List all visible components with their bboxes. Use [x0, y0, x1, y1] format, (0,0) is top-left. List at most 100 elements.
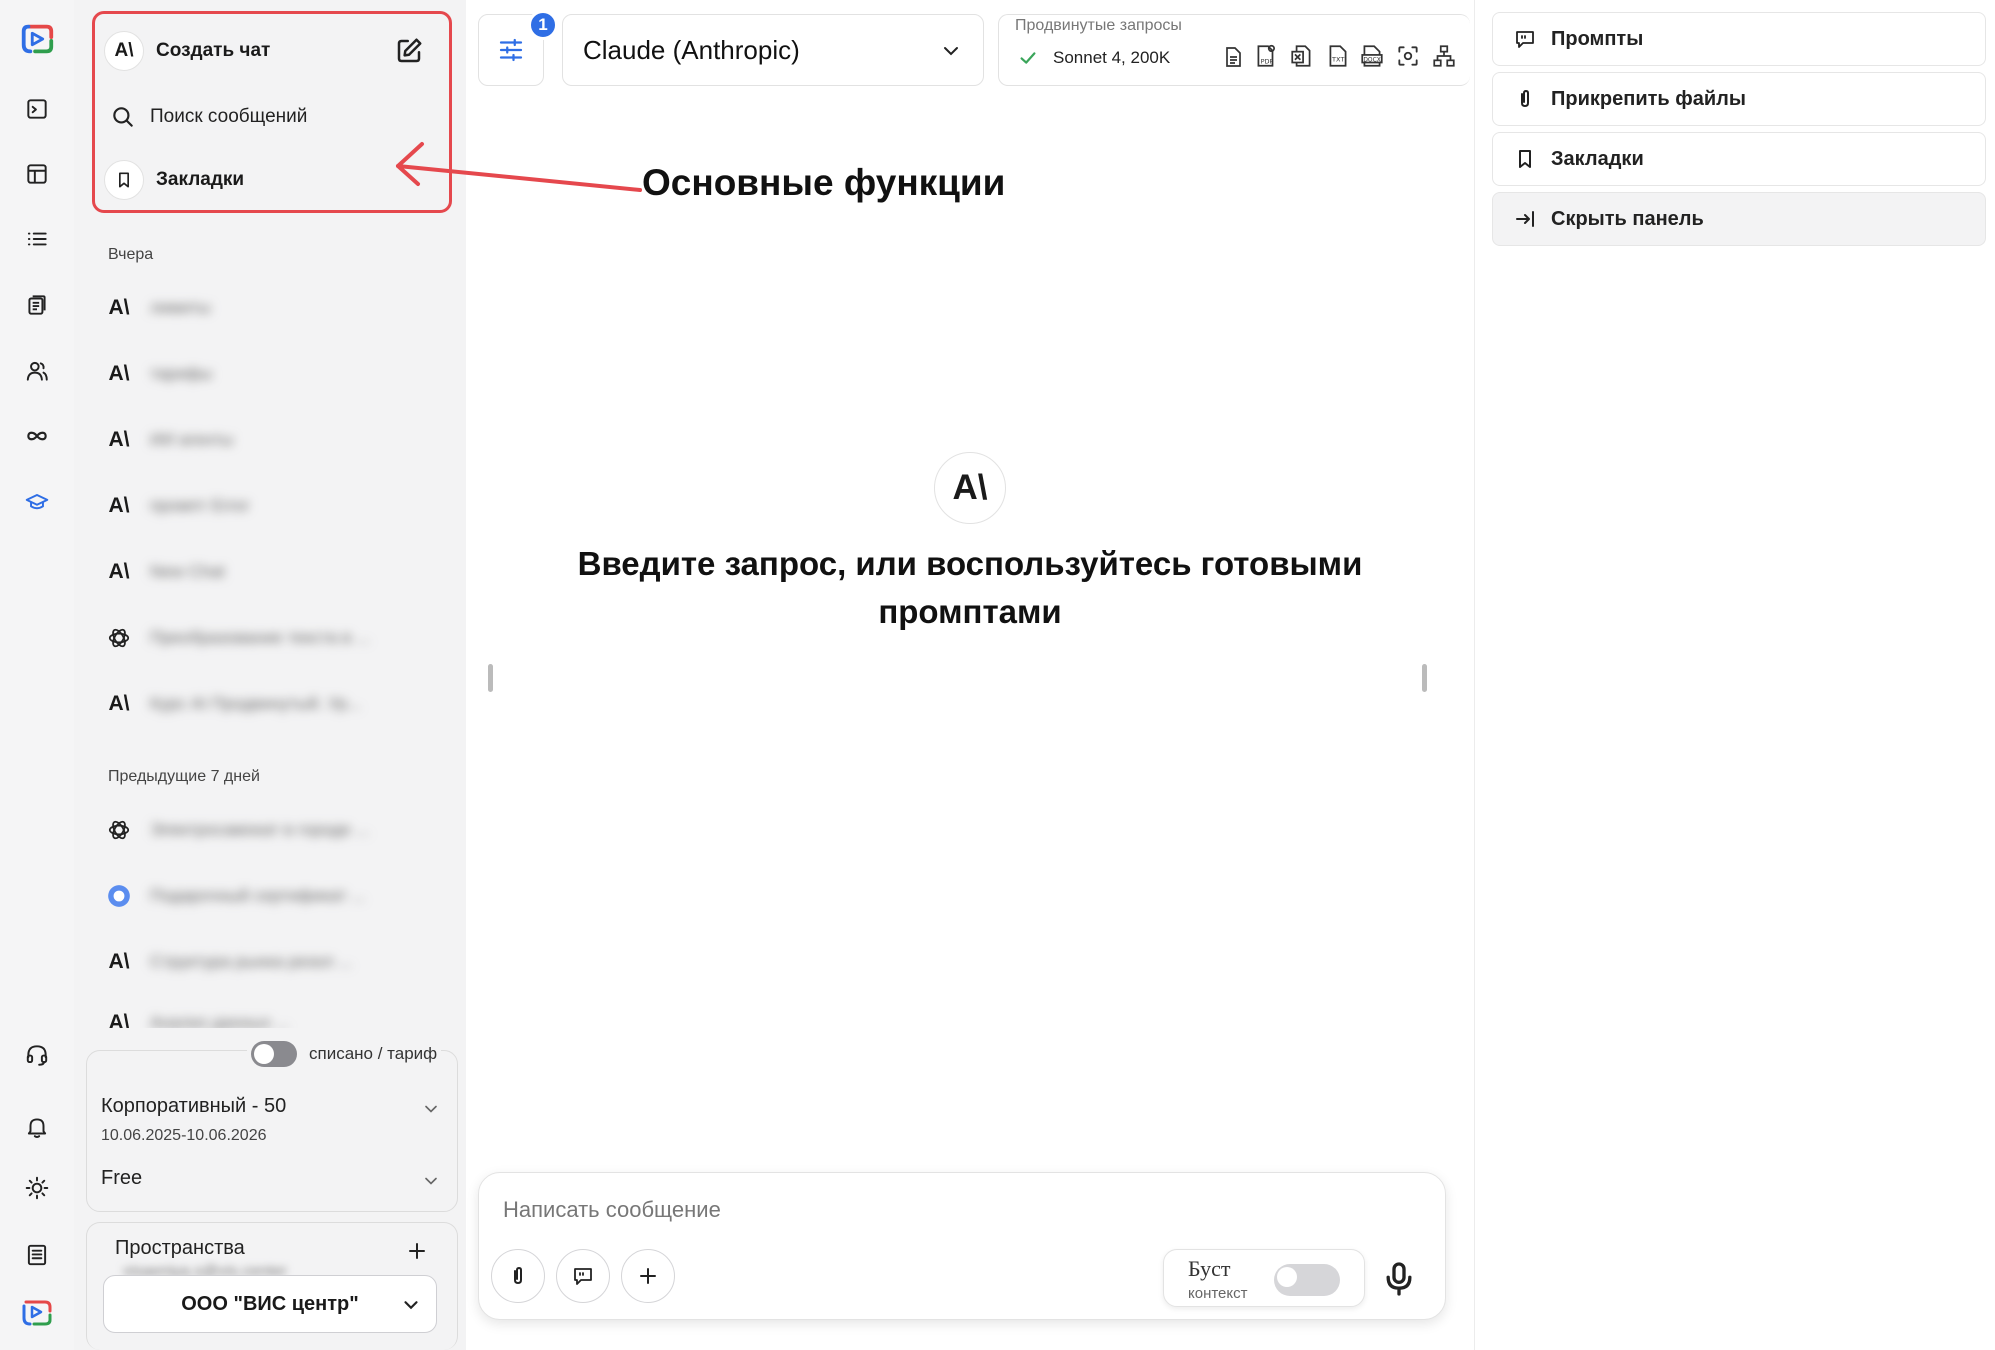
section-yesterday-label: Вчера — [108, 246, 154, 263]
bell-icon[interactable] — [14, 1104, 60, 1150]
chat-history-item[interactable]: Электросамокат в городе ... — [104, 808, 434, 852]
anthropic-icon: A\ — [108, 692, 130, 715]
documents-icon[interactable] — [14, 282, 60, 328]
advanced-requests-label: Продвинутые запросы — [1015, 17, 1182, 34]
attach-button[interactable] — [491, 1249, 545, 1303]
message-composer[interactable]: Написать сообщение Буст контекст — [478, 1172, 1446, 1320]
notes-icon[interactable] — [14, 1232, 60, 1278]
users-icon[interactable] — [14, 348, 60, 394]
hierarchy-icon[interactable] — [1431, 43, 1457, 69]
search-messages-button[interactable]: Поиск сообщений — [110, 104, 307, 130]
chevron-down-icon[interactable] — [421, 1099, 441, 1119]
resize-handle-right[interactable] — [1422, 664, 1427, 692]
annotation-arrow — [396, 142, 642, 192]
section-previous-7-days-label: Предыдущие 7 дней — [108, 768, 260, 785]
chat-history-title: промпт Error — [150, 496, 250, 515]
chat-history-title: Подарочный сертификат ... — [150, 886, 366, 905]
anthropic-icon: A\ — [108, 296, 130, 319]
bookmarks-button[interactable]: Закладки — [104, 160, 244, 200]
search-icon — [113, 107, 133, 127]
anthropic-icon: A\ — [108, 362, 130, 385]
anthropic-icon: A\ — [108, 1011, 130, 1028]
chat-history-item[interactable]: Подарочный сертификат ... — [104, 874, 434, 918]
chat-history-item[interactable]: A\ промпт Error — [104, 484, 434, 528]
anthropic-icon: A\ — [104, 31, 144, 71]
infinity-icon[interactable] — [14, 413, 60, 459]
chat-history-item[interactable]: A\ Курс AI Продвинутый. Ур... — [104, 682, 434, 726]
icon-rail — [0, 0, 74, 1350]
graduation-cap-icon[interactable] — [14, 479, 60, 525]
attach-files-panel-label: Прикрепить файлы — [1551, 87, 1746, 110]
chat-history-item[interactable]: Преобразование текста в ... — [104, 616, 434, 660]
pdf-icon[interactable]: PDF — [1253, 43, 1279, 69]
svg-text:DOCX: DOCX — [1363, 56, 1380, 63]
txt-file-icon[interactable]: TXT — [1325, 43, 1351, 69]
document-icon[interactable] — [1221, 45, 1245, 69]
anthropic-icon: A\ — [108, 428, 130, 451]
edit-icon[interactable] — [394, 36, 424, 66]
search-messages-label: Поиск сообщений — [150, 106, 308, 127]
message-input[interactable]: Написать сообщение — [503, 1197, 721, 1223]
chat-history-item[interactable]: A\ тарифы — [104, 352, 434, 396]
svg-text:TXT: TXT — [1331, 55, 1344, 63]
advanced-requests-box[interactable]: Продвинутые запросы Sonnet 4, 200K PDF T… — [998, 14, 1470, 86]
chat-history-title: лимиты — [150, 298, 211, 317]
openai-icon — [104, 623, 134, 653]
check-icon — [1020, 52, 1036, 64]
prompts-panel-button[interactable]: Промпты — [1492, 12, 1986, 66]
bookmark-icon — [104, 160, 144, 200]
welcome-message: Введите запрос, или воспользуйтесь готов… — [577, 545, 1363, 630]
anthropic-icon: A\ — [108, 560, 130, 583]
scan-icon[interactable] — [1395, 43, 1421, 69]
company-select[interactable]: ООО "ВИС центр" — [103, 1275, 437, 1333]
attach-files-panel-button[interactable]: Прикрепить файлы — [1492, 72, 1986, 126]
sun-icon[interactable] — [14, 1165, 60, 1211]
chat-history-item[interactable]: A\ Структура рынка резол ... — [104, 940, 434, 984]
plan-name[interactable]: Корпоративный - 50 — [101, 1095, 286, 1118]
resize-handle-left[interactable] — [488, 664, 493, 692]
chevron-down-icon[interactable] — [421, 1171, 441, 1191]
svg-text:PDF: PDF — [1261, 58, 1274, 66]
bookmarks-panel-label: Закладки — [1551, 147, 1644, 170]
support-headset-icon[interactable] — [14, 1032, 60, 1078]
settings-count-badge: 1 — [528, 10, 558, 40]
chat-history-item[interactable]: A\ New Chat — [104, 550, 434, 594]
hide-panel-button[interactable]: Скрыть панель — [1492, 192, 1986, 246]
table-icon[interactable] — [14, 151, 60, 197]
excel-icon[interactable] — [1289, 43, 1315, 69]
prompts-button[interactable] — [556, 1249, 610, 1303]
chat-history-item[interactable]: A\ ИИ агенты — [104, 418, 434, 462]
chat-history-title: тарифы — [150, 364, 213, 383]
chat-history-item[interactable]: A\ Анализ данных ... — [104, 1004, 434, 1028]
charged-tariff-label: списано / тариф — [309, 1044, 438, 1063]
charged-tariff-toggle[interactable] — [251, 1041, 297, 1067]
add-space-icon[interactable] — [405, 1239, 429, 1263]
anthropic-icon: A\ — [108, 494, 130, 517]
boost-context-control[interactable]: Буст контекст — [1163, 1249, 1365, 1307]
chevron-down-icon — [404, 1301, 418, 1310]
terminal-icon[interactable] — [14, 86, 60, 132]
plan-tier[interactable]: Free — [101, 1167, 142, 1190]
collapse-right-icon — [1516, 211, 1534, 227]
anthropic-icon: A\ — [108, 950, 130, 973]
spaces-card: Пространства visaeniya.s@vis.center ООО … — [86, 1222, 458, 1350]
microphone-icon[interactable] — [1379, 1257, 1419, 1301]
list-icon[interactable] — [14, 216, 60, 262]
model-select[interactable]: Claude (Anthropic) — [562, 14, 984, 86]
add-button[interactable] — [621, 1249, 675, 1303]
prompt-quote-icon — [1516, 31, 1534, 48]
chat-history-item[interactable]: A\ лимиты — [104, 286, 434, 330]
bookmarks-panel-button[interactable]: Закладки — [1492, 132, 1986, 186]
visgpt-logo[interactable] — [14, 1290, 60, 1336]
new-chat-button[interactable]: A\ Создать чат — [104, 31, 270, 71]
spaces-title: Пространства — [115, 1237, 245, 1259]
chevron-down-icon — [944, 47, 958, 56]
plan-dates: 10.06.2025-10.06.2026 — [101, 1127, 267, 1144]
docx-file-icon[interactable]: DOCX — [1359, 43, 1385, 69]
hide-panel-label: Скрыть панель — [1551, 207, 1704, 230]
plus-icon — [640, 1268, 656, 1284]
bookmarks-label: Закладки — [156, 169, 245, 190]
bookmark-icon — [1519, 150, 1531, 168]
boost-toggle[interactable] — [1274, 1264, 1340, 1296]
app-logo[interactable] — [14, 16, 60, 62]
